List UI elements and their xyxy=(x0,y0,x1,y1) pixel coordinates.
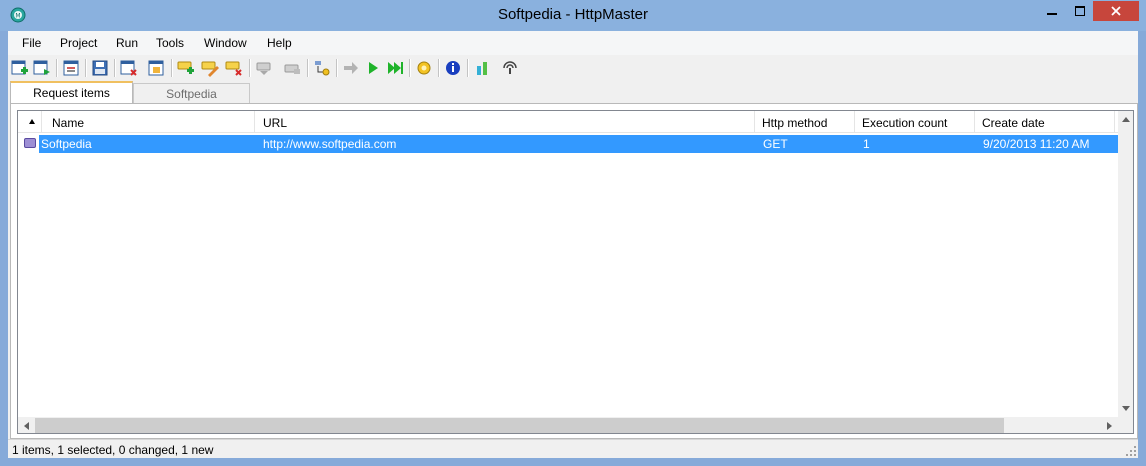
minimize-button[interactable] xyxy=(1037,1,1066,21)
run-all-icon[interactable] xyxy=(385,58,405,78)
project-properties-icon[interactable] xyxy=(61,58,81,78)
request-items-grid[interactable]: Name URL Http method Execution count Cre… xyxy=(17,110,1134,434)
save-icon[interactable] xyxy=(90,58,110,78)
request-item-icon xyxy=(24,138,36,148)
scroll-down-button[interactable] xyxy=(1118,400,1133,417)
scroll-up-button[interactable] xyxy=(1118,111,1133,128)
move-request-icon[interactable] xyxy=(312,58,332,78)
scroll-right-button[interactable] xyxy=(1101,417,1118,433)
scroll-left-button[interactable] xyxy=(18,417,35,433)
column-header-name[interactable]: Name xyxy=(42,111,255,133)
chevron-down-icon xyxy=(1122,406,1130,411)
monitor-icon[interactable] xyxy=(500,58,520,78)
menu-project[interactable]: Project xyxy=(60,36,97,50)
menu-tools[interactable]: Tools xyxy=(156,36,184,50)
menu-bar: File Project Run Tools Window Help xyxy=(8,31,1138,55)
chevron-up-icon xyxy=(1122,117,1130,122)
info-icon[interactable] xyxy=(443,58,463,78)
edit-request-icon[interactable] xyxy=(200,58,220,78)
menu-window[interactable]: Window xyxy=(204,36,247,50)
sort-ascending-icon xyxy=(29,119,35,124)
new-project-icon[interactable] xyxy=(10,58,30,78)
menu-help[interactable]: Help xyxy=(267,36,292,50)
request-items-panel: Name URL Http method Execution count Cre… xyxy=(10,103,1138,439)
chevron-right-icon xyxy=(1107,421,1112,430)
maximize-icon xyxy=(1074,6,1085,16)
environment-icon[interactable] xyxy=(147,58,167,78)
horizontal-scrollbar[interactable] xyxy=(18,417,1118,433)
column-header-url[interactable]: URL xyxy=(255,111,755,133)
close-project-icon[interactable] xyxy=(119,58,139,78)
cell-create-date: 9/20/2013 11:20 AM xyxy=(983,137,1090,151)
vertical-scrollbar[interactable] xyxy=(1118,111,1133,417)
menu-file[interactable]: File xyxy=(22,36,41,50)
window-title: Softpedia - HttpMaster xyxy=(497,6,649,23)
app-window: M Softpedia - HttpMaster File Project Ru… xyxy=(0,0,1146,466)
document-tabs: Softpedia Request items xyxy=(8,81,1138,103)
toolbar xyxy=(8,55,1138,81)
delete-request-icon[interactable] xyxy=(224,58,244,78)
menu-run[interactable]: Run xyxy=(116,36,138,50)
cell-execution-count: 1 xyxy=(863,137,870,151)
table-row[interactable]: Softpedia http://www.softpedia.com GET 1… xyxy=(18,135,1126,153)
cell-name: Softpedia xyxy=(41,137,92,151)
tab-softpedia[interactable]: Softpedia xyxy=(133,83,250,103)
stop-icon[interactable] xyxy=(414,58,434,78)
column-header-create-date[interactable]: Create date xyxy=(975,111,1115,133)
title-bar[interactable]: M Softpedia - HttpMaster xyxy=(0,0,1146,31)
statistics-icon[interactable] xyxy=(472,58,492,78)
run-icon[interactable] xyxy=(363,58,383,78)
cell-url: http://www.softpedia.com xyxy=(263,137,397,151)
status-text: 1 items, 1 selected, 0 changed, 1 new xyxy=(12,443,214,457)
client-area: File Project Run Tools Window Help Softp… xyxy=(8,31,1138,458)
grid-header: Name URL Http method Execution count Cre… xyxy=(18,111,1128,133)
open-project-icon[interactable] xyxy=(32,58,52,78)
add-request-icon[interactable] xyxy=(176,58,196,78)
horizontal-scroll-thumb[interactable] xyxy=(35,418,1004,433)
resize-grip-icon[interactable] xyxy=(1126,446,1136,456)
cell-http-method: GET xyxy=(763,137,788,151)
maximize-button[interactable] xyxy=(1066,1,1093,21)
scroll-corner xyxy=(1118,417,1133,433)
paste-request-icon[interactable] xyxy=(282,58,302,78)
status-bar: 1 items, 1 selected, 0 changed, 1 new xyxy=(8,439,1138,458)
minimize-icon xyxy=(1046,13,1057,15)
sort-column-header[interactable] xyxy=(18,111,42,133)
column-header-http-method[interactable]: Http method xyxy=(755,111,855,133)
close-button[interactable] xyxy=(1093,1,1139,21)
chevron-left-icon xyxy=(24,421,29,430)
copy-request-icon[interactable] xyxy=(254,58,274,78)
run-arrow-disabled-icon[interactable] xyxy=(341,58,361,78)
close-icon xyxy=(1111,6,1121,16)
column-header-execution-count[interactable]: Execution count xyxy=(855,111,975,133)
tab-request-items[interactable]: Request items xyxy=(10,81,133,103)
